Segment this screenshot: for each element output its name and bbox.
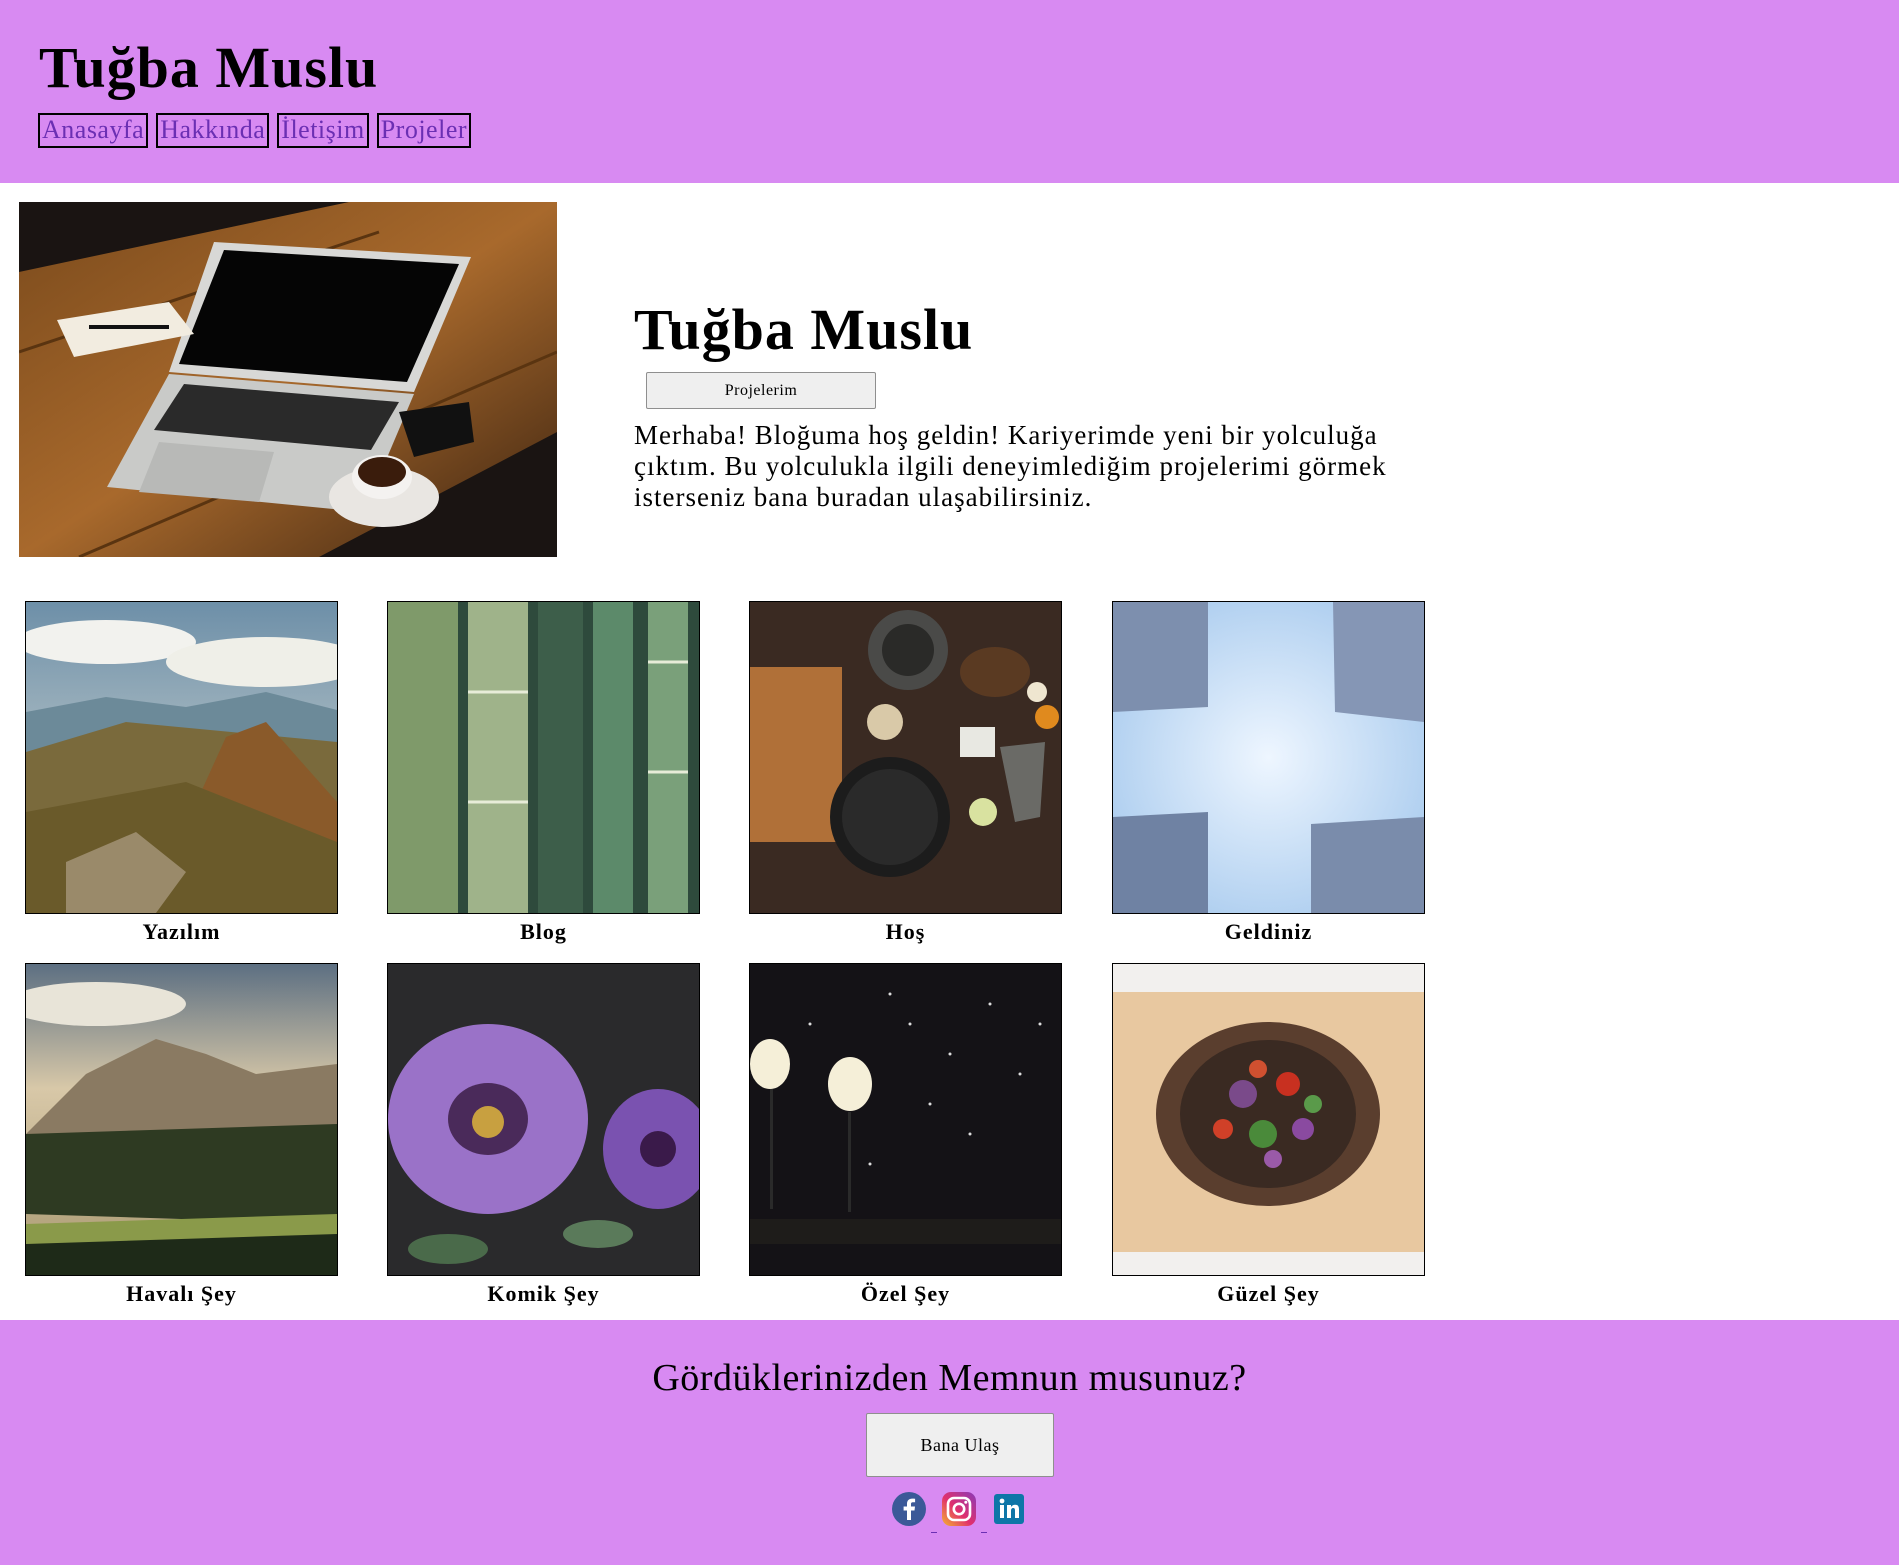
gallery-item[interactable]: Geldiniz [1112,601,1425,945]
gallery-image-streetlights [749,963,1062,1276]
gallery-caption: Yazılım [142,919,221,944]
hero-title: Tuğba Muslu [634,297,974,362]
gallery-caption: Blog [520,919,567,944]
gallery-item[interactable]: Özel Şey [749,963,1062,1307]
gallery-caption: Komik Şey [487,1281,600,1306]
gallery-image-salad [1112,963,1425,1276]
gallery-image-flowers [387,963,700,1276]
nav-link-projeler[interactable]: Projeler [376,113,472,148]
main-nav: Anasayfa Hakkında İletişim Projeler [38,113,472,148]
gallery-caption: Geldiniz [1224,919,1313,944]
gallery-caption: Güzel Şey [1217,1281,1320,1306]
gallery-image-mountain [25,601,338,914]
projelerim-button[interactable]: Projelerim [646,372,876,409]
gallery-image-buildings [1112,601,1425,914]
nav-link-hakkinda[interactable]: Hakkında [156,113,270,148]
footer-title: Gördüklerinizden Memnun musunuz? [652,1357,1247,1399]
hero-description: Merhaba! Bloğuma hoş geldin! Kariyerimde… [634,420,1387,512]
gallery-caption: Havalı Şey [126,1281,237,1306]
gallery-item[interactable]: Havalı Şey [25,963,338,1307]
site-footer: Gördüklerinizden Memnun musunuz? Bana Ul… [0,1320,1899,1565]
instagram-icon[interactable] [941,1491,987,1533]
gallery-item[interactable]: Blog [387,601,700,945]
facebook-icon[interactable] [891,1491,937,1533]
site-header: Tuğba Muslu Anasayfa Hakkında İletişim P… [0,0,1899,183]
gallery-image-bamboo [387,601,700,914]
gallery-caption: Hoş [885,919,926,944]
gallery-image-kitchen [749,601,1062,914]
gallery-item[interactable]: Güzel Şey [1112,963,1425,1307]
hero-laptop-image [19,202,557,557]
nav-link-anasayfa[interactable]: Anasayfa [38,113,149,148]
linkedin-icon[interactable] [991,1491,1027,1527]
gallery-caption: Özel Şey [860,1281,951,1306]
nav-link-iletisim[interactable]: İletişim [277,113,369,148]
gallery-item[interactable]: Komik Şey [387,963,700,1307]
gallery-item[interactable]: Yazılım [25,601,338,945]
site-title: Tuğba Muslu [39,35,379,100]
social-links [891,1491,1027,1533]
contact-button[interactable]: Bana Ulaş [866,1413,1054,1477]
gallery-image-forest-mountain [25,963,338,1276]
gallery-item[interactable]: Hoş [749,601,1062,945]
